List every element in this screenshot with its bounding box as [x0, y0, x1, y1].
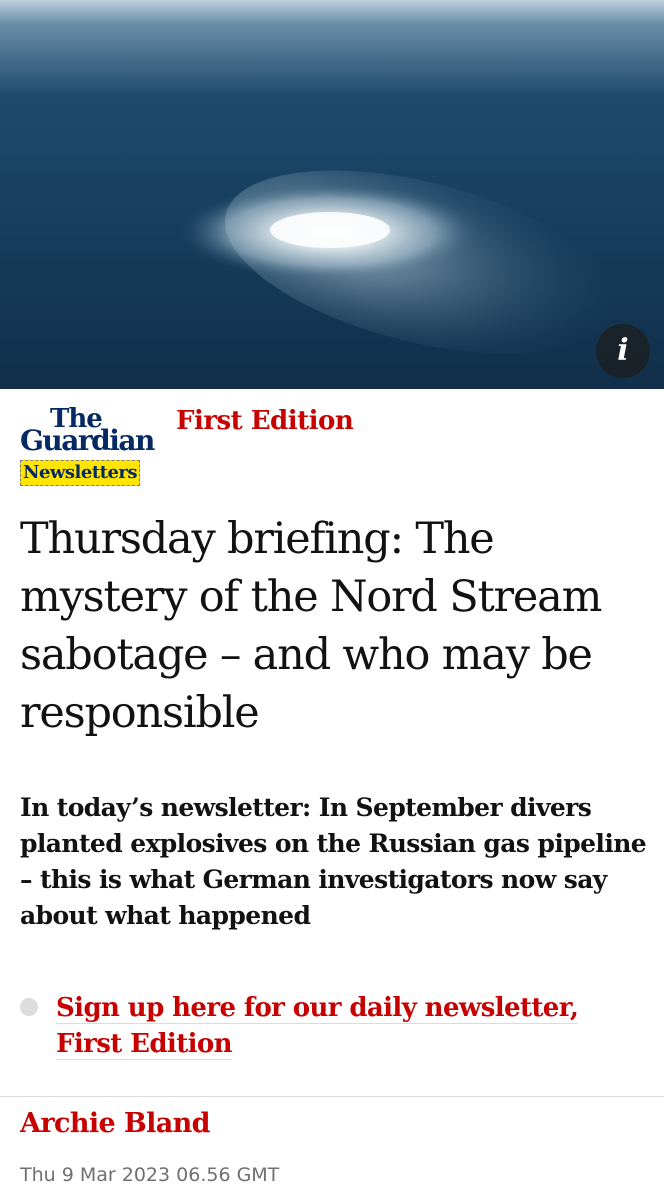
image-info-button[interactable]: i: [596, 324, 650, 378]
author-byline[interactable]: Archie Bland: [20, 1108, 211, 1139]
bullet-icon: [20, 998, 38, 1016]
sea-photo: [0, 0, 664, 389]
signup-link-text: Sign up here for our daily newsletter, F…: [56, 993, 579, 1060]
publish-date: Thu 9 Mar 2023 06.56 GMT: [20, 1164, 280, 1186]
newsletter-signup-link[interactable]: Sign up here for our daily newsletter, F…: [56, 990, 650, 1062]
article-standfirst: In today’s newsletter: In September dive…: [20, 793, 647, 930]
hero-image: i: [0, 0, 664, 389]
byline-divider: [0, 1096, 664, 1097]
logo-guardian: Guardian: [20, 424, 155, 457]
series-label[interactable]: First Edition: [176, 406, 354, 436]
logo-newsletters: Newsletters: [20, 460, 141, 486]
guardian-newsletters-logo: The Guardian Newsletters: [20, 402, 160, 488]
signup-promo: Sign up here for our daily newsletter, F…: [20, 990, 650, 1062]
article-headline: Thursday briefing: The mystery of the No…: [20, 514, 602, 738]
